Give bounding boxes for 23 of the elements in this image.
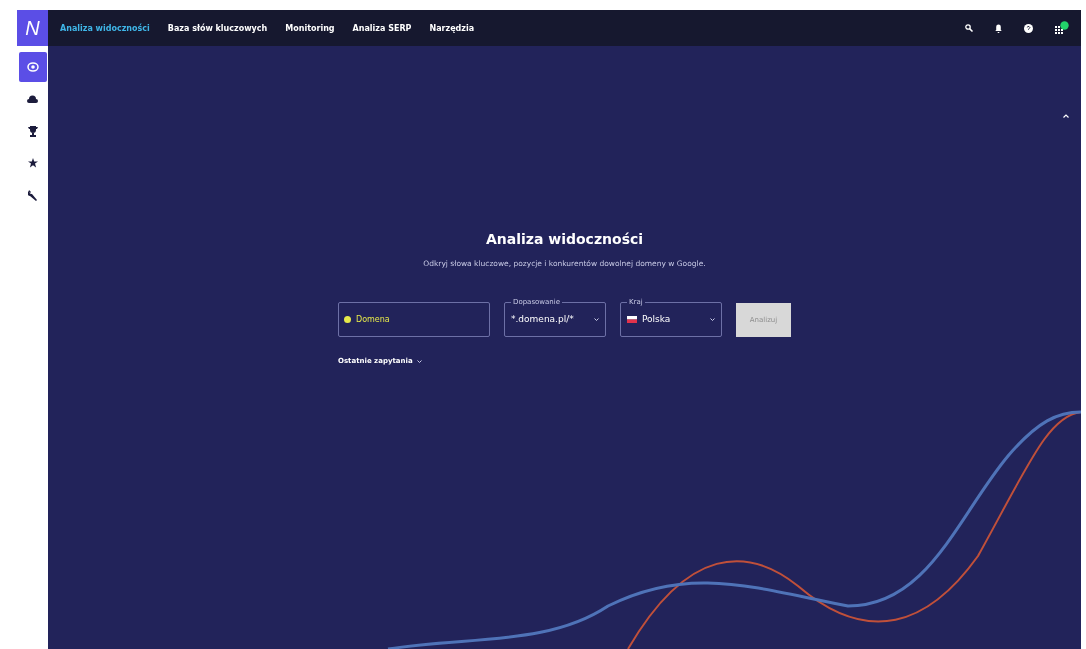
wrench-icon	[27, 189, 38, 201]
caret-icon	[416, 359, 422, 363]
apps-icon[interactable]	[1055, 21, 1069, 35]
nav-tab[interactable]: Baza słów kluczowych	[167, 23, 268, 33]
logo[interactable]: N	[17, 10, 48, 46]
dot-icon	[344, 316, 351, 323]
page-title: Analiza widoczności	[485, 231, 644, 247]
eye-icon	[26, 61, 39, 73]
chevron-icon	[594, 317, 599, 321]
star-icon	[27, 158, 38, 168]
cloud-icon	[27, 95, 38, 103]
nav-tab[interactable]: Monitoring	[285, 23, 335, 33]
nav-tab[interactable]: Analiza SERP	[352, 23, 412, 33]
help-icon[interactable]	[1024, 23, 1033, 33]
domain-field[interactable]: Domena	[338, 302, 490, 337]
nav-tab[interactable]: Narzędzia	[429, 23, 475, 33]
flag-icon	[627, 315, 637, 323]
trophy-icon	[27, 125, 38, 137]
nav-tab[interactable]: Analiza widoczności	[60, 23, 150, 33]
search-icon[interactable]	[965, 24, 973, 32]
bell-icon[interactable]	[995, 23, 1002, 33]
collapse-icon[interactable]	[1063, 114, 1069, 118]
chevron-icon	[710, 317, 715, 321]
